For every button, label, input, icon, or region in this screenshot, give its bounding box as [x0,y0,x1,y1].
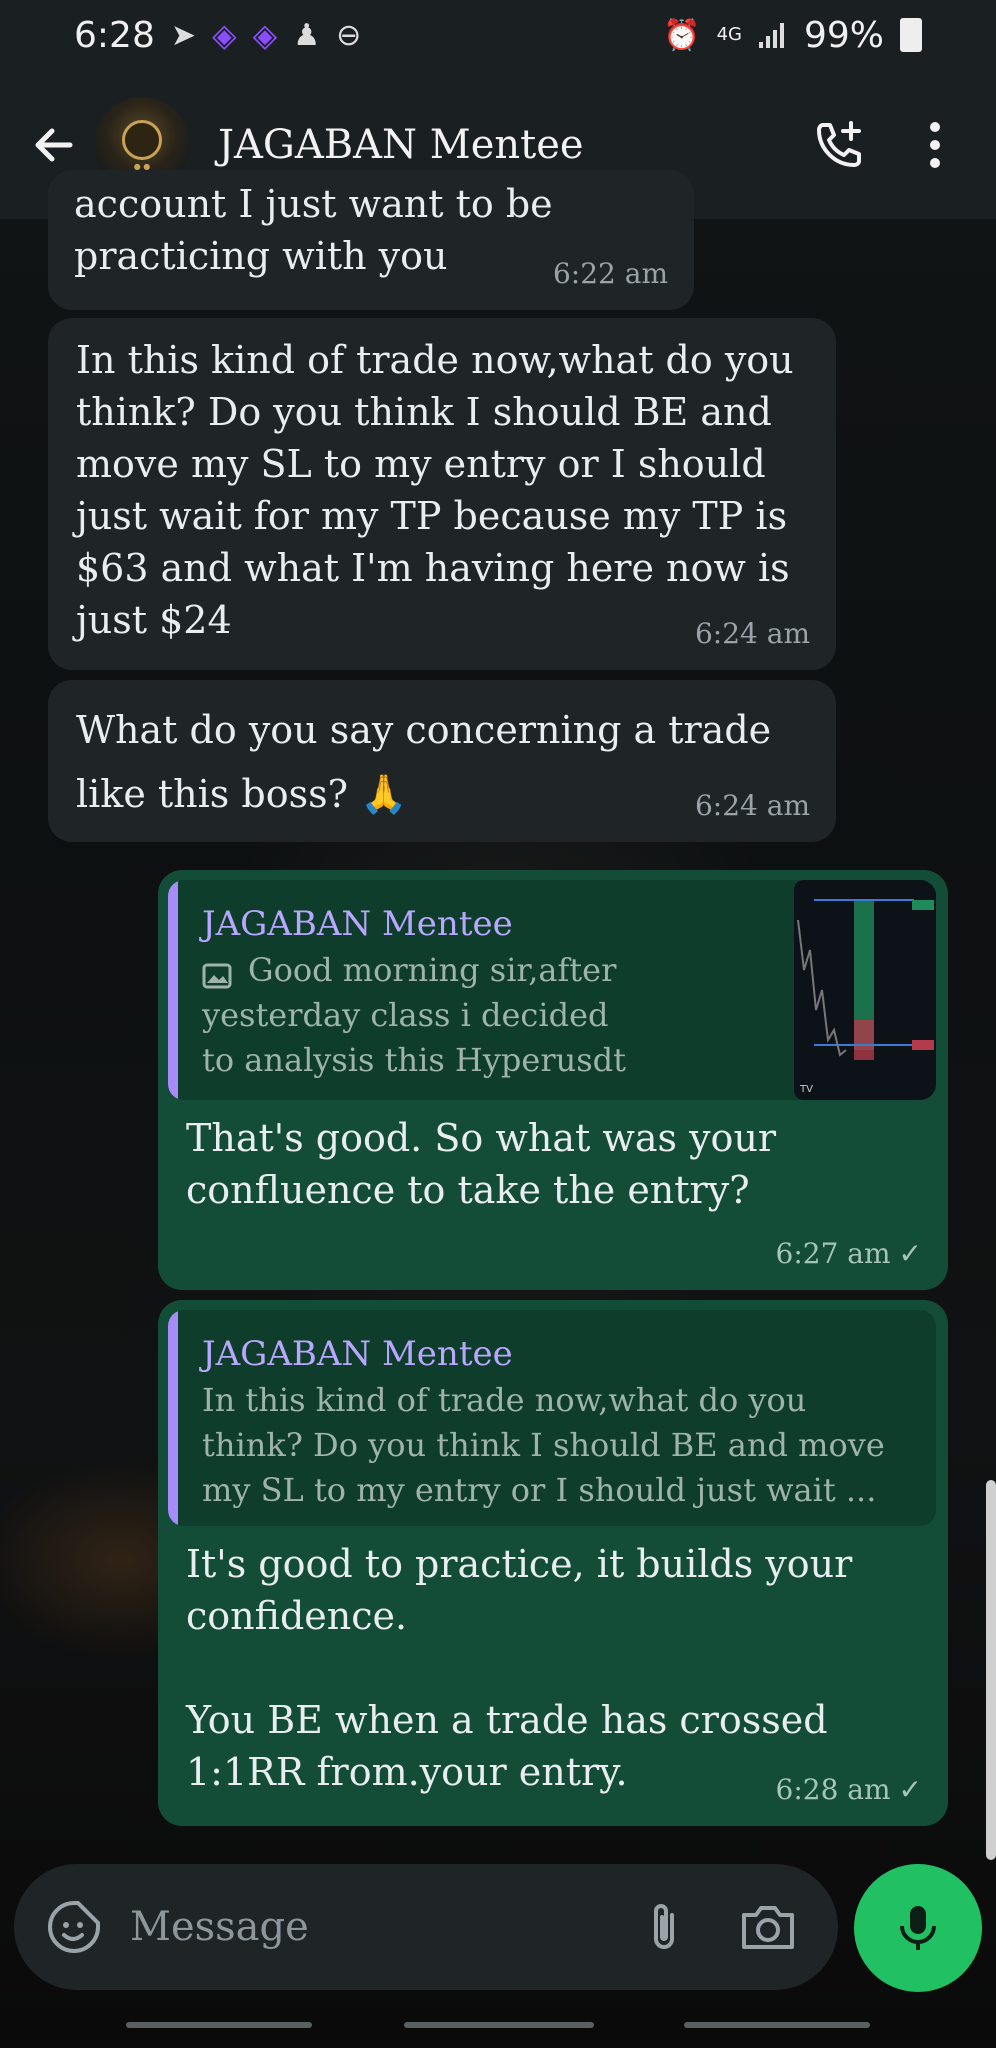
quote-author: JAGABAN Mentee [202,1334,513,1374]
message-text: What do you say concerning a trade like … [76,708,772,816]
back-arrow-icon [35,128,73,161]
message-bubble-outgoing[interactable]: JAGABAN Mentee Good morning sir,after ye… [158,870,948,1290]
message-time: 6:28 am ✓ [775,1773,923,1806]
signal-icon [758,23,784,48]
quote-accent-bar [168,1310,178,1526]
message-text: It's good to practice, it builds your co… [186,1542,853,1794]
battery-charging-icon [900,18,922,52]
camera-icon [742,1906,794,1949]
message-bubble-incoming[interactable]: What do you say concerning a trade like … [48,680,836,842]
add-call-icon [817,120,861,167]
message-time: 6:24 am [694,617,810,650]
quote-accent-bar [168,880,178,1100]
message-text: That's good. So what was your confluence… [186,1116,777,1212]
add-call-button[interactable] [804,110,874,180]
app-notification-icon: ◈ [211,16,237,54]
message-time: 6:27 am ✓ [775,1237,923,1270]
message-bubble-outgoing[interactable]: JAGABAN Mentee In this kind of trade now… [158,1300,948,1826]
voice-message-button[interactable] [854,1864,982,1992]
message-text: account I just want to be practicing wit… [74,182,553,278]
pawn-icon: ♟ [293,17,321,53]
mic-icon [900,1906,936,1950]
sticker-button[interactable] [44,1897,104,1957]
battery-percent: 99% [803,14,884,56]
double-check-icon: ✓ [898,1773,922,1806]
more-vert-icon [930,121,940,168]
double-check-icon: ✓ [898,1237,922,1270]
message-bubble-incoming[interactable]: account I just want to be practicing wit… [48,170,694,310]
contact-name[interactable]: JAGABAN Mentee [218,122,804,168]
app-notification-icon-2: ◈ [252,16,278,54]
attach-button[interactable] [634,1897,694,1957]
alarm-icon: ⏰ [663,17,701,53]
network-type: 4G [716,24,742,45]
message-composer: Message [14,1864,838,1990]
message-time: 6:24 am [694,789,810,822]
status-time: 6:28 [74,14,155,56]
nav-bar-center[interactable] [404,2022,594,2028]
more-options-button[interactable] [900,110,970,180]
message-text: In this kind of trade now,what do you th… [76,338,794,642]
quote-author: JAGABAN Mentee [202,904,513,944]
quoted-message[interactable]: JAGABAN Mentee In this kind of trade now… [168,1310,936,1526]
attach-icon [654,1904,674,1949]
status-bar: 6:28 ➤ ◈ ◈ ♟ ⊖ ⏰ 4G 99% [0,0,996,70]
nav-bar-left [126,2022,312,2028]
nav-bar-right [684,2022,870,2028]
message-input[interactable]: Message [130,1904,634,1950]
svg-text:TV: TV [799,1084,813,1095]
message-time: 6:22 am [552,257,668,290]
quoted-message[interactable]: JAGABAN Mentee Good morning sir,after ye… [168,880,936,1100]
quoted-chart-thumbnail: TV [794,880,936,1100]
quote-text: Good morning sir,after yesterday class i… [202,951,626,1079]
scrollbar[interactable] [986,1480,996,1860]
do-not-disturb-icon: ⊖ [336,17,362,53]
sticker-icon [48,1901,100,1953]
quote-text: In this kind of trade now,what do you th… [202,1381,885,1509]
camera-button[interactable] [738,1897,798,1957]
telegram-icon: ➤ [170,17,196,53]
message-bubble-incoming[interactable]: In this kind of trade now,what do you th… [48,318,836,670]
